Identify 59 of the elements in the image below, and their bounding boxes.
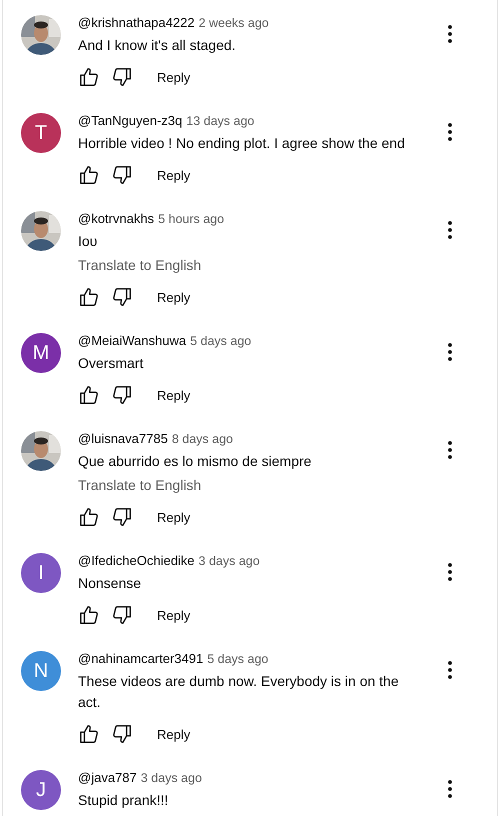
more-options-icon[interactable] [447,342,453,362]
thumbs-up-icon[interactable] [78,384,100,406]
comment-text: Stupid prank!!! [78,791,170,810]
username-link[interactable]: @nahinamcarter3491 [78,651,204,666]
user-avatar[interactable]: J [21,770,61,810]
thumbs-down-icon[interactable] [111,384,133,406]
user-avatar[interactable]: T [21,113,61,153]
comment-time: 8 days ago [172,432,233,446]
thumbs-down-icon[interactable] [111,506,133,528]
more-options-icon[interactable] [447,779,453,799]
comment-text: And I know it's all staged. [78,36,237,55]
comment-time: 5 days ago [190,334,252,348]
comment-time: 5 hours ago [158,212,224,226]
translate-link[interactable]: Translate to English [78,475,413,496]
comment-time: 13 days ago [186,114,254,128]
username-link[interactable]: @luisnava7785 [78,431,168,446]
reply-button[interactable]: Reply [147,720,200,748]
thumbs-up-icon[interactable] [78,506,100,528]
more-options-icon[interactable] [447,562,453,582]
comment-time: 3 days ago [140,771,202,785]
thumbs-up-icon[interactable] [78,723,100,745]
thumbs-up-icon[interactable] [78,286,100,308]
username-link[interactable]: @krishnathapa4222 [78,15,195,30]
username-link[interactable]: @MeiaiWanshuwa [78,333,186,348]
thumbs-down-icon[interactable] [111,723,133,745]
more-options-icon[interactable] [447,24,453,44]
more-options-icon[interactable] [447,440,453,460]
comment-time: 3 days ago [198,554,260,568]
thumbs-up-icon[interactable] [78,604,100,626]
translate-link[interactable]: Translate to English [78,255,413,276]
reply-button[interactable]: Reply [147,504,200,530]
comment-time: 2 weeks ago [198,16,269,30]
username-link[interactable]: @IfedicheOchiedike [78,553,195,568]
reply-button[interactable]: Reply [147,162,200,188]
reply-button[interactable]: Reply [147,602,200,628]
thumbs-down-icon[interactable] [111,164,133,186]
comment-text: Oversmart [78,354,144,373]
thumbs-up-icon[interactable] [78,164,100,186]
more-options-icon[interactable] [447,220,453,240]
reply-button[interactable]: Reply [147,284,200,310]
thumbs-down-icon[interactable] [111,604,133,626]
comment-text: Que aburrido es lo mismo de siempre [78,452,312,471]
thumbs-down-icon[interactable] [111,66,133,88]
user-avatar[interactable]: M [21,333,61,373]
comment-text: Ιου [78,232,98,251]
more-options-icon[interactable] [447,122,453,142]
thumbs-up-icon[interactable] [78,66,100,88]
user-avatar[interactable]: I [21,553,61,593]
comment-text: Nonsense [78,574,142,593]
thumbs-down-icon[interactable] [111,286,133,308]
reply-button[interactable]: Reply [147,64,200,90]
username-link[interactable]: @kotrvnakhs [78,211,154,226]
comment-text: These videos are dumb now. Everybody is in on the act. [78,672,400,712]
username-link[interactable]: @TanNguyen-z3q [78,113,182,128]
username-link[interactable]: @java787 [78,770,137,785]
more-options-icon[interactable] [447,660,453,680]
comment-time: 5 days ago [207,652,268,666]
comment-text: Horrible video ! No ending plot. I agree show the end [78,134,406,153]
reply-button[interactable]: Reply [147,382,200,408]
